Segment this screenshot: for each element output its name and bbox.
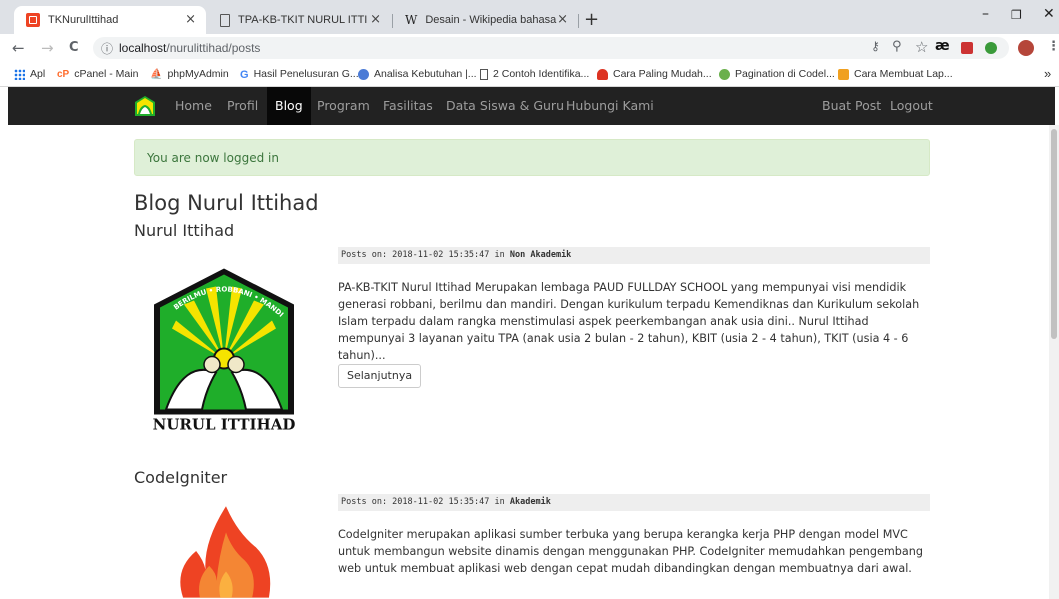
wikipedia-icon: W bbox=[405, 13, 418, 27]
post-category[interactable]: Akademik bbox=[510, 497, 551, 507]
post-excerpt: CodeIgniter merupakan aplikasi sumber te… bbox=[338, 528, 923, 575]
close-tab-icon[interactable]: × bbox=[370, 13, 381, 26]
new-tab-button[interactable]: + bbox=[584, 9, 599, 30]
bookmark-label: Hasil Penelusuran G... bbox=[253, 68, 359, 80]
menu-icon[interactable]: ⋮ bbox=[1047, 39, 1059, 54]
minimize-button[interactable]: – bbox=[982, 6, 989, 22]
bookmark-label: 2 Contoh Identifika... bbox=[493, 68, 590, 80]
bookmarks-bar: Apl cP cPanel - Main ⛵ phpMyAdmin G Hasi… bbox=[0, 63, 1059, 87]
tab-title: TKNurulIttihad bbox=[48, 14, 119, 26]
nurul-ittihad-logo: BERILMU • ROBBANI • MANDIRI NURUL ITTIHA… bbox=[144, 262, 296, 434]
bookmarks-overflow-button[interactable]: » bbox=[1044, 66, 1051, 81]
zoom-icon[interactable]: ⚲ bbox=[892, 39, 902, 54]
bookmark-label: cPanel - Main bbox=[74, 68, 139, 80]
page-title: Blog Nurul Ittihad bbox=[134, 191, 319, 215]
cpanel-icon: cP bbox=[57, 68, 70, 80]
browser-tab[interactable]: W Desain - Wikipedia bahasa Indon × bbox=[393, 6, 578, 34]
post-meta: Posts on: 2018-11-02 15:35:47 in Akademi… bbox=[338, 494, 930, 511]
bookmark-label: Analisa Kebutuhan |... bbox=[374, 68, 477, 80]
bookmark-phpmyadmin[interactable]: ⛵ phpMyAdmin bbox=[150, 68, 229, 80]
post-title[interactable]: CodeIgniter bbox=[134, 468, 227, 487]
bookmark-cara-mudah[interactable]: Cara Paling Mudah... bbox=[597, 68, 712, 80]
browser-tab-active[interactable]: TKNurulIttihad × bbox=[14, 6, 206, 34]
nav-buat-post[interactable]: Buat Post bbox=[822, 98, 881, 113]
nav-home[interactable]: Home bbox=[175, 98, 212, 113]
google-icon: G bbox=[240, 68, 249, 81]
nav-fasilitas[interactable]: Fasilitas bbox=[383, 98, 433, 113]
nav-blog[interactable]: Blog bbox=[267, 87, 311, 125]
close-window-button[interactable]: ✕ bbox=[1043, 6, 1055, 22]
alert-text: You are now logged in bbox=[147, 151, 279, 165]
post-category[interactable]: Non Akademik bbox=[510, 250, 571, 260]
url-host: localhost bbox=[119, 41, 167, 55]
read-more-button[interactable]: Selanjutnya bbox=[338, 364, 422, 388]
browser-tab[interactable]: TPA-KB-TKIT NURUL ITTIHAD Ma × bbox=[206, 6, 391, 34]
logo-wordmark: NURUL ITTIHAD bbox=[153, 416, 296, 434]
post-date: Posts on: 2018-11-02 15:35:47 in bbox=[341, 250, 510, 260]
site-icon bbox=[597, 68, 608, 80]
bookmark-label: Cara Paling Mudah... bbox=[613, 68, 712, 80]
bookmark-label: Cara Membuat Lap... bbox=[854, 68, 953, 80]
bookmark-contoh[interactable]: 2 Contoh Identifika... bbox=[480, 68, 589, 80]
pdf-extension-icon[interactable] bbox=[961, 42, 973, 54]
post-date: Posts on: 2018-11-02 15:35:47 in bbox=[341, 497, 510, 507]
nav-profil[interactable]: Profil bbox=[227, 98, 258, 113]
leaf-icon bbox=[719, 68, 730, 80]
close-tab-icon[interactable]: × bbox=[557, 13, 568, 26]
bookmark-analisa[interactable]: Analisa Kebutuhan |... bbox=[358, 68, 477, 80]
nav-data-siswa-guru[interactable]: Data Siswa & Guru bbox=[446, 98, 564, 113]
bookmark-cpanel[interactable]: cP cPanel - Main bbox=[57, 68, 138, 80]
post-excerpt: PA-KB-TKIT Nurul Ittihad Merupakan lemba… bbox=[338, 281, 920, 362]
tab-separator bbox=[578, 14, 579, 28]
forward-button[interactable]: → bbox=[41, 39, 54, 57]
browser-tab-bar: TKNurulIttihad × TPA-KB-TKIT NURUL ITTIH… bbox=[0, 0, 1059, 34]
nav-hubungi-kami[interactable]: Hubungi Kami bbox=[566, 98, 654, 113]
site-icon bbox=[838, 68, 849, 80]
key-icon[interactable]: ⚷ bbox=[871, 39, 880, 53]
bookmark-apps[interactable]: Apl bbox=[14, 68, 45, 80]
bookmark-google[interactable]: G Hasil Penelusuran G... bbox=[240, 68, 359, 81]
site-navbar: Home Profil Blog Program Fasilitas Data … bbox=[8, 87, 1055, 125]
post-meta: Posts on: 2018-11-02 15:35:47 in Non Aka… bbox=[338, 247, 930, 264]
bookmark-star-icon[interactable]: ☆ bbox=[915, 38, 928, 56]
bookmark-label: Pagination di Codel... bbox=[735, 68, 835, 80]
back-button[interactable]: ← bbox=[12, 39, 25, 57]
profile-avatar-icon[interactable] bbox=[1018, 40, 1034, 56]
address-bar[interactable]: ⓘ localhost/nurulittihad/posts ⚷ ⚲ ☆ bbox=[93, 37, 1009, 59]
post-title[interactable]: Nurul Ittihad bbox=[134, 221, 234, 240]
scrollbar-thumb[interactable] bbox=[1051, 129, 1057, 339]
ae-extension-icon[interactable]: æ bbox=[935, 38, 950, 54]
apps-grid-icon bbox=[14, 68, 25, 80]
bookmark-label: Apl bbox=[30, 68, 46, 80]
codeigniter-favicon-icon bbox=[26, 13, 40, 27]
phpmyadmin-icon: ⛵ bbox=[150, 68, 163, 80]
bookmark-label: phpMyAdmin bbox=[167, 68, 229, 80]
address-toolbar: ← → C ⓘ localhost/nurulittihad/posts ⚷ ⚲… bbox=[0, 34, 1059, 63]
close-tab-icon[interactable]: × bbox=[185, 13, 196, 26]
reload-button[interactable]: C bbox=[69, 40, 79, 55]
page-scrollbar[interactable] bbox=[1049, 125, 1059, 599]
globe-icon bbox=[358, 68, 369, 80]
url-path: /nurulittihad/posts bbox=[166, 41, 261, 55]
tab-title: Desain - Wikipedia bahasa Indon bbox=[425, 14, 560, 26]
codeigniter-logo bbox=[180, 506, 271, 598]
restore-button[interactable]: ❐ bbox=[1011, 8, 1022, 22]
info-icon[interactable]: ⓘ bbox=[101, 40, 113, 57]
tab-title: TPA-KB-TKIT NURUL ITTIHAD Ma bbox=[238, 14, 368, 26]
nav-program[interactable]: Program bbox=[317, 98, 370, 113]
url-text: localhost/nurulittihad/posts bbox=[119, 41, 260, 55]
page-icon bbox=[480, 68, 488, 80]
login-success-alert: You are now logged in bbox=[134, 139, 930, 176]
page-icon bbox=[220, 13, 230, 27]
globe-extension-icon[interactable] bbox=[985, 42, 997, 54]
bookmark-pagination[interactable]: Pagination di Codel... bbox=[719, 68, 835, 80]
bookmark-cara-membuat[interactable]: Cara Membuat Lap... bbox=[838, 68, 953, 80]
brand-logo-icon[interactable] bbox=[134, 95, 156, 117]
nav-logout[interactable]: Logout bbox=[890, 98, 933, 113]
